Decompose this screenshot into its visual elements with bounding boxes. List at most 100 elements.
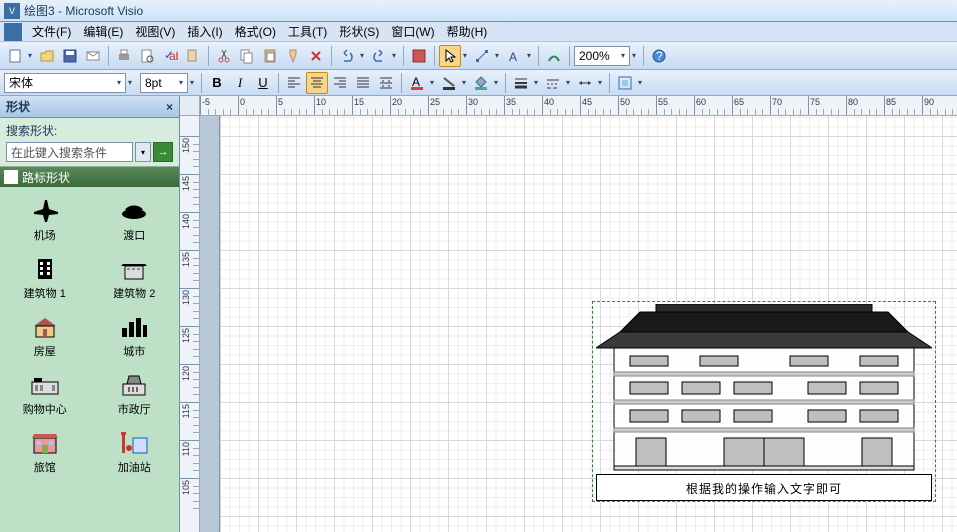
- save-button[interactable]: [59, 45, 81, 67]
- copy-button[interactable]: [236, 45, 258, 67]
- research-button[interactable]: [182, 45, 204, 67]
- svg-text:abc: abc: [169, 49, 178, 63]
- print-button[interactable]: [113, 45, 135, 67]
- line-weight-button[interactable]: [510, 72, 532, 94]
- new-dropdown[interactable]: ▾: [25, 51, 35, 60]
- paste-button[interactable]: [259, 45, 281, 67]
- shape-icon: [27, 429, 63, 457]
- app-icon: V: [4, 3, 20, 19]
- shapes-window-button[interactable]: [408, 45, 430, 67]
- shape-caption[interactable]: 根据我的操作输入文字即可: [596, 474, 932, 501]
- email-button[interactable]: [82, 45, 104, 67]
- line-weight-dropdown[interactable]: ▾: [531, 78, 541, 87]
- zoom-combo[interactable]: 200%▾: [574, 46, 630, 66]
- font-dropdown[interactable]: ▾: [125, 78, 135, 87]
- search-go-button[interactable]: →: [153, 142, 173, 162]
- fill-color-button[interactable]: [470, 72, 492, 94]
- line-ends-dropdown[interactable]: ▾: [595, 78, 605, 87]
- format-painter-button[interactable]: [282, 45, 304, 67]
- shape-label: 市政厅: [118, 401, 151, 417]
- delete-button[interactable]: [305, 45, 327, 67]
- fill-color-dropdown[interactable]: ▾: [491, 78, 501, 87]
- line-pattern-dropdown[interactable]: ▾: [563, 78, 573, 87]
- bold-button[interactable]: B: [206, 72, 228, 94]
- shape-master-9[interactable]: 加油站: [90, 425, 180, 483]
- menu-format[interactable]: 格式(O): [229, 21, 282, 42]
- open-button[interactable]: [36, 45, 58, 67]
- cut-button[interactable]: [213, 45, 235, 67]
- shape-master-6[interactable]: 购物中心: [0, 367, 90, 425]
- menu-view[interactable]: 视图(V): [129, 21, 181, 42]
- line-pattern-button[interactable]: [542, 72, 564, 94]
- format-dropdown[interactable]: ▾: [635, 78, 645, 87]
- menu-insert[interactable]: 插入(I): [181, 21, 228, 42]
- shape-icon: [27, 197, 63, 225]
- connector-dropdown[interactable]: ▾: [492, 51, 502, 60]
- italic-button[interactable]: I: [229, 72, 251, 94]
- ruler-corner: [180, 96, 200, 116]
- window-title: 绘图3 - Microsoft Visio: [24, 2, 143, 19]
- shape-icon: [116, 371, 152, 399]
- font-combo[interactable]: 宋体▾: [4, 73, 126, 93]
- shape-master-3[interactable]: 建筑物 2: [90, 251, 180, 309]
- menu-edit[interactable]: 编辑(E): [77, 21, 129, 42]
- font-color-button[interactable]: A: [406, 72, 428, 94]
- menu-window[interactable]: 窗口(W): [385, 21, 440, 42]
- shape-icon: [116, 197, 152, 225]
- shapes-title: 形状: [6, 98, 30, 115]
- line-color-dropdown[interactable]: ▾: [459, 78, 469, 87]
- format-button[interactable]: [614, 72, 636, 94]
- redo-button[interactable]: [368, 45, 390, 67]
- menu-help[interactable]: 帮助(H): [441, 21, 494, 42]
- building-shape[interactable]: [596, 304, 932, 472]
- menu-shape[interactable]: 形状(S): [333, 21, 385, 42]
- shape-master-5[interactable]: 城市: [90, 309, 180, 367]
- text-tool-button[interactable]: A: [503, 45, 525, 67]
- undo-button[interactable]: [336, 45, 358, 67]
- pointer-tool-button[interactable]: [439, 45, 461, 67]
- shape-master-7[interactable]: 市政厅: [90, 367, 180, 425]
- zoom-dropdown[interactable]: ▾: [629, 51, 639, 60]
- shape-label: 机场: [34, 227, 56, 243]
- align-center-button[interactable]: [306, 72, 328, 94]
- size-dropdown[interactable]: ▾: [187, 78, 197, 87]
- shape-master-8[interactable]: 旅馆: [0, 425, 90, 483]
- print-preview-button[interactable]: [136, 45, 158, 67]
- shape-master-4[interactable]: 房屋: [0, 309, 90, 367]
- align-left-button[interactable]: [283, 72, 305, 94]
- undo-dropdown[interactable]: ▾: [357, 51, 367, 60]
- drawing-canvas[interactable]: 根据我的操作输入文字即可: [200, 116, 957, 532]
- search-input[interactable]: 在此键入搜索条件: [6, 142, 133, 162]
- spelling-button[interactable]: ✓abc: [159, 45, 181, 67]
- shape-master-0[interactable]: 机场: [0, 193, 90, 251]
- line-ends-button[interactable]: [574, 72, 596, 94]
- line-color-button[interactable]: [438, 72, 460, 94]
- new-button[interactable]: [4, 45, 26, 67]
- underline-button[interactable]: U: [252, 72, 274, 94]
- ruler-horizontal[interactable]: -5051015202530354045505560657075808590: [200, 96, 957, 116]
- search-dropdown[interactable]: ▾: [135, 142, 151, 162]
- shape-icon: [116, 429, 152, 457]
- distribute-button[interactable]: [375, 72, 397, 94]
- align-justify-button[interactable]: [352, 72, 374, 94]
- shape-master-1[interactable]: 渡口: [90, 193, 180, 251]
- help-button[interactable]: ?: [648, 45, 670, 67]
- size-combo[interactable]: 8pt▾: [140, 73, 188, 93]
- redo-dropdown[interactable]: ▾: [389, 51, 399, 60]
- system-menu-icon[interactable]: [4, 23, 22, 41]
- stencil-header[interactable]: 路标形状: [0, 167, 179, 187]
- shape-master-2[interactable]: 建筑物 1: [0, 251, 90, 309]
- size-value: 8pt: [145, 76, 162, 90]
- connector-tool-button[interactable]: [471, 45, 493, 67]
- shapes-close-icon[interactable]: ×: [166, 100, 173, 114]
- menu-tools[interactable]: 工具(T): [282, 21, 333, 42]
- font-color-dropdown[interactable]: ▾: [427, 78, 437, 87]
- ruler-vertical[interactable]: 150145140135130125120115110105: [180, 116, 200, 532]
- shape-label: 建筑物 2: [113, 285, 155, 301]
- menu-file[interactable]: 文件(F): [26, 21, 77, 42]
- ink-tool-button[interactable]: [543, 45, 565, 67]
- text-dropdown[interactable]: ▾: [524, 51, 534, 60]
- align-right-button[interactable]: [329, 72, 351, 94]
- standard-toolbar: ▾ ✓abc ▾ ▾ ▾ ▾ A ▾ 200%▾ ▾ ?: [0, 42, 957, 70]
- pointer-dropdown[interactable]: ▾: [460, 51, 470, 60]
